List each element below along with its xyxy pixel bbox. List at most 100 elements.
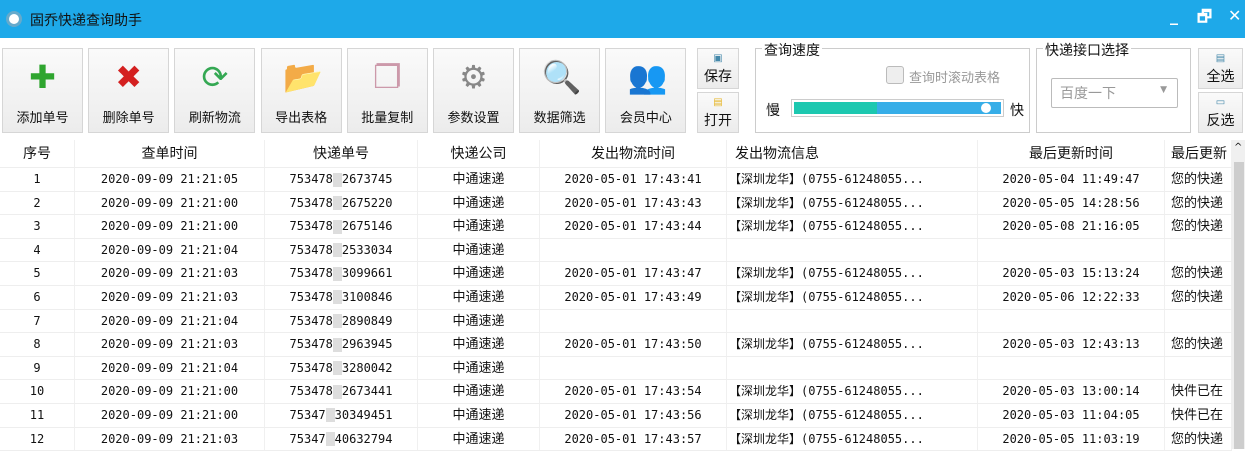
tracking-prefix: 753478: [289, 172, 333, 186]
table-row[interactable]: 1 2020-09-09 21:21:05 753478 2673745 中通速递…: [0, 168, 1232, 192]
toolbar-button-8[interactable]: 👥 会员中心: [605, 48, 687, 133]
redaction: [325, 408, 335, 423]
redaction: [332, 290, 342, 305]
open-button[interactable]: ▤ 打开: [697, 92, 739, 133]
toolbar-button-label: 添加单号: [16, 111, 69, 126]
ship-time: [540, 356, 727, 380]
ship-info: 【深圳龙华】(0755-61248055...: [727, 427, 978, 451]
row-index: 5: [0, 262, 75, 285]
table-row[interactable]: 2 2020-09-09 21:21:00 753478 2675220 中通速递…: [0, 191, 1232, 216]
speed-slider[interactable]: [791, 99, 1004, 117]
ship-info: 【深圳龙华】(0755-61248055...: [727, 262, 978, 285]
toolbar-button-3[interactable]: ⟳ 刷新物流: [174, 48, 256, 133]
table-header: 序号 查单时间 快递单号 快递公司 发出物流时间 发出物流信息 最后更新时间 最后更新: [0, 140, 1232, 168]
scrollbar-thumb[interactable]: [1234, 162, 1244, 449]
ship-time: 2020-05-01 17:43:43: [540, 191, 727, 215]
ship-time: 2020-05-01 17:43:47: [540, 262, 727, 285]
tracking-prefix: 753478: [289, 313, 333, 328]
last-update-time: 2020-05-06 12:22:33: [978, 285, 1165, 309]
column-header[interactable]: 最后更新: [1165, 140, 1232, 167]
save-button[interactable]: ▣ 保存: [697, 48, 739, 89]
table-row[interactable]: 3 2020-09-09 21:21:00 753478 2675146 中通速递…: [0, 215, 1232, 239]
toolbar: ✚ 添加单号 ✖ 删除单号 ⟳ 刷新物流 📂 导出表格 ❐ 批量复制 ⚙ 参数设置 🔍 数据筛选 👥 会员中心…: [0, 38, 1245, 140]
ship-info: 【深圳龙华】(0755-61248055...: [727, 168, 978, 191]
table-row[interactable]: 6 2020-09-09 21:21:03 753478 3100846 中通速递…: [0, 285, 1232, 310]
window-title: 固乔快递查询助手: [30, 13, 142, 29]
toolbar-button-label: 导出表格: [275, 111, 328, 126]
tracking-suffix: 2675146: [341, 219, 393, 234]
scroll-table-checkbox[interactable]: [886, 66, 904, 84]
last-update-info: 您的快递: [1165, 215, 1232, 238]
tracking-suffix: 2533034: [341, 242, 393, 257]
api-select[interactable]: 百度一下 ▼: [1051, 78, 1178, 108]
query-time: 2020-09-09 21:21:00: [75, 191, 265, 215]
last-update-time: 2020-05-04 11:49:47: [978, 168, 1165, 191]
ship-time: [540, 238, 727, 262]
slider-thumb[interactable]: [980, 103, 991, 113]
speed-slow-label: 慢: [766, 103, 780, 119]
courier-company: 中通速递: [418, 238, 540, 262]
last-update-info: 您的快递: [1165, 191, 1232, 215]
tracking-number: 753478 2673441: [265, 380, 418, 403]
table-row[interactable]: 9 2020-09-09 21:21:04 753478 3280042 中通速递: [0, 356, 1232, 381]
restore-button[interactable]: 🗗: [1197, 6, 1212, 33]
query-time: 2020-09-09 21:21:03: [75, 427, 265, 451]
toolbar-button-2[interactable]: ✖ 删除单号: [88, 48, 170, 133]
vertical-scrollbar[interactable]: ^: [1232, 140, 1245, 449]
column-header[interactable]: 序号: [0, 140, 75, 167]
tracking-suffix: 3280042: [341, 360, 393, 375]
column-header[interactable]: 最后更新时间: [978, 140, 1165, 167]
redaction: [332, 172, 342, 187]
minimize-button[interactable]: _: [1170, 6, 1178, 25]
table-row[interactable]: 10 2020-09-09 21:21:00 753478 2673441 中通速…: [0, 380, 1232, 404]
row-index: 11: [0, 403, 75, 427]
select-all-icon: ▤: [1215, 53, 1226, 64]
courier-name: 中通速递: [452, 337, 505, 353]
tracking-suffix: 2890849: [341, 313, 393, 328]
toolbar-button-7[interactable]: 🔍 数据筛选: [519, 48, 601, 133]
column-header[interactable]: 快递公司: [418, 140, 540, 167]
save-label: 保存: [704, 69, 732, 85]
tracking-number: 753478 2675220: [265, 191, 418, 215]
table-row[interactable]: 12 2020-09-09 21:21:03 75347 40632794 中通速…: [0, 427, 1232, 451]
courier-name: 中通速递: [452, 289, 505, 305]
tracking-number: 753478 2963945: [265, 333, 418, 356]
ship-info: 【深圳龙华】(0755-61248055...: [727, 215, 978, 238]
row-index: 2: [0, 191, 75, 215]
ship-info: [727, 238, 978, 262]
redaction: [332, 384, 342, 399]
query-time: 2020-09-09 21:21:04: [75, 309, 265, 333]
last-update-info: 您的快递: [1165, 333, 1232, 356]
courier-name: 中通速递: [452, 407, 505, 423]
column-header[interactable]: 发出物流信息: [727, 140, 978, 167]
toolbar-button-6[interactable]: ⚙ 参数设置: [433, 48, 514, 133]
ship-time: 2020-05-01 17:43:49: [540, 285, 727, 309]
toolbar-button-5[interactable]: ❐ 批量复制: [346, 48, 428, 133]
close-button[interactable]: ✕: [1228, 6, 1241, 25]
last-update-time: 2020-05-05 11:03:19: [978, 427, 1165, 451]
toolbar-button-4[interactable]: 📂 导出表格: [260, 48, 342, 133]
row-index: 1: [0, 168, 75, 191]
invert-select-button[interactable]: ▭ 反选: [1198, 92, 1243, 133]
title-bar: 固乔快递查询助手 _ 🗗 ✕: [0, 0, 1245, 38]
table-row[interactable]: 11 2020-09-09 21:21:00 75347 30349451 中通速…: [0, 403, 1232, 428]
scroll-up-icon[interactable]: ^: [1234, 142, 1242, 153]
column-header[interactable]: 查单时间: [75, 140, 265, 167]
table-row[interactable]: 5 2020-09-09 21:21:03 753478 3099661 中通速递…: [0, 262, 1232, 286]
last-update-time: 2020-05-08 21:16:05: [978, 215, 1165, 238]
table-row[interactable]: 4 2020-09-09 21:21:04 753478 2533034 中通速递: [0, 238, 1232, 263]
table-row[interactable]: 8 2020-09-09 21:21:03 753478 2963945 中通速递…: [0, 333, 1232, 357]
redaction: [332, 266, 342, 281]
tracking-prefix: 753478: [289, 195, 333, 210]
column-header[interactable]: 快递单号: [265, 140, 418, 167]
select-all-button[interactable]: ▤ 全选: [1198, 48, 1243, 89]
toolbar-button-label: 刷新物流: [188, 111, 241, 126]
last-update-info: [1165, 309, 1232, 333]
toolbar-button-1[interactable]: ✚ 添加单号: [2, 48, 83, 133]
ship-time: 2020-05-01 17:43:56: [540, 403, 727, 427]
column-header[interactable]: 发出物流时间: [540, 140, 727, 167]
courier-company: 中通速递: [418, 427, 540, 451]
tracking-number: 75347 40632794: [265, 427, 418, 451]
filter-search-icon: 🔍: [541, 58, 582, 96]
table-row[interactable]: 7 2020-09-09 21:21:04 753478 2890849 中通速递: [0, 309, 1232, 334]
